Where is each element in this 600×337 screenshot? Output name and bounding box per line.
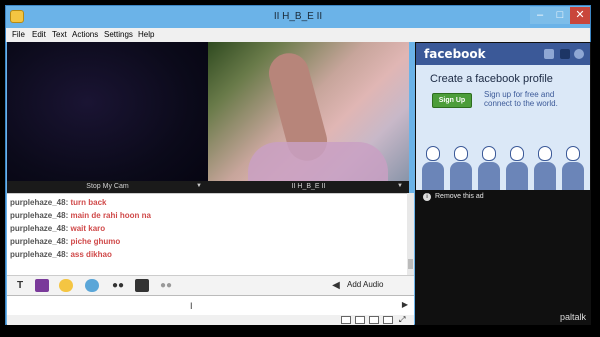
menu-text[interactable]: Text <box>52 30 67 39</box>
layout-icon[interactable] <box>355 316 365 324</box>
chat-message: purplehaze_48: turn back <box>10 198 107 207</box>
chat-message: purplehaze_48: ass dikhao <box>10 250 112 259</box>
text-format-icon[interactable]: T <box>13 279 27 292</box>
chat-log: purplehaze_48: turn back purplehaze_48: … <box>7 193 407 275</box>
people-illustration <box>416 130 590 190</box>
text-cursor-icon: I <box>190 301 193 311</box>
minimize-button[interactable]: – <box>530 7 550 24</box>
ad-headline: Create a facebook profile <box>430 73 553 85</box>
person-icon <box>534 146 556 190</box>
title-bar[interactable]: II H_B_E II – □ ✕ <box>6 6 590 28</box>
chat-input[interactable]: I ▶ <box>7 295 414 315</box>
my-cam-bar: Stop My Cam ▼ <box>7 181 208 193</box>
chat-message: purplehaze_48: piche ghumo <box>10 237 121 246</box>
send-icon[interactable]: ▶ <box>402 300 408 309</box>
person-icon <box>562 146 584 190</box>
app-window: II H_B_E II – □ ✕ File Edit Text Actions… <box>5 5 591 325</box>
layout-icon[interactable] <box>369 316 379 324</box>
ad-subtext: Sign up for free and connect to the worl… <box>484 90 558 108</box>
fullscreen-icon[interactable]: ⤢ <box>399 316 409 324</box>
screen: II H_B_E II – □ ✕ File Edit Text Actions… <box>0 0 600 337</box>
person-icon <box>506 146 528 190</box>
layout-icon[interactable] <box>383 316 393 324</box>
remote-cam-video: II H_B_E II ▼ <box>208 42 409 193</box>
scrollbar-thumb[interactable] <box>408 259 413 269</box>
menu-settings[interactable]: Settings <box>104 30 133 39</box>
remote-cam-label: II H_B_E II <box>291 183 326 190</box>
chevron-down-icon[interactable]: ▼ <box>196 183 202 189</box>
person-icon <box>478 146 500 190</box>
facebook-ad-body[interactable]: Create a facebook profile Sign Up Sign u… <box>416 65 590 190</box>
facebook-header[interactable]: facebook <box>416 43 590 65</box>
remote-cam-bar: II H_B_E II ▼ <box>208 181 409 193</box>
contact-card-icon[interactable] <box>135 279 149 292</box>
chat-scrollbar[interactable] <box>407 193 414 275</box>
person-icon <box>422 146 444 190</box>
group-icon[interactable]: ●● <box>159 279 173 292</box>
notifications-icon <box>574 49 584 59</box>
ad-panel: facebook Create a facebook profile Sign … <box>415 42 591 325</box>
layout-icon[interactable] <box>341 316 351 324</box>
info-icon: i <box>423 193 431 201</box>
signup-button[interactable]: Sign Up <box>432 93 472 108</box>
status-bar: ⤢ <box>7 315 414 325</box>
menu-actions[interactable]: Actions <box>72 30 98 39</box>
my-cam-video: Stop My Cam ▼ <box>7 42 208 193</box>
emoticon-icon[interactable] <box>59 279 73 292</box>
gift-icon[interactable] <box>35 279 49 292</box>
maximize-button[interactable]: □ <box>550 7 570 24</box>
globe-icon[interactable] <box>85 279 99 292</box>
menu-edit[interactable]: Edit <box>32 30 46 39</box>
chat-message: purplehaze_48: main de rahi hoon na <box>10 211 151 220</box>
add-audio-button[interactable]: Add Audio <box>347 280 383 289</box>
menu-bar: File Edit Text Actions Settings Help <box>6 28 590 42</box>
window-title: II H_B_E II <box>273 11 323 22</box>
messages-icon <box>560 49 570 59</box>
facebook-logo: facebook <box>424 47 486 61</box>
person-icon <box>450 146 472 190</box>
users-icon[interactable]: ●● <box>111 279 125 292</box>
menu-help[interactable]: Help <box>138 30 154 39</box>
friends-icon <box>544 49 554 59</box>
menu-file[interactable]: File <box>12 30 25 39</box>
chevron-down-icon[interactable]: ▼ <box>397 183 403 189</box>
stop-my-cam-button[interactable]: Stop My Cam <box>7 183 208 190</box>
remove-ad-link[interactable]: i Remove this ad <box>423 193 484 201</box>
paltalk-logo: paltalk <box>559 312 586 322</box>
close-button[interactable]: ✕ <box>570 7 590 24</box>
chat-toolbar: T ●● ●● ◀ Add Audio <box>7 275 414 295</box>
chat-message: purplehaze_48: wait karo <box>10 224 106 233</box>
speaker-icon[interactable]: ◀ <box>329 279 343 292</box>
